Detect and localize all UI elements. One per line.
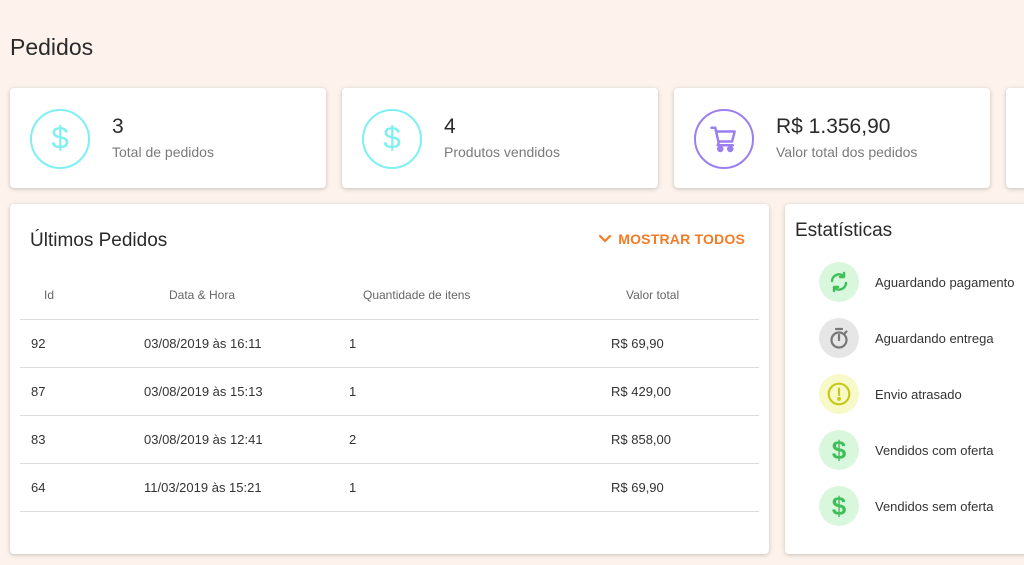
stats-label: Aguardando pagamento — [875, 275, 1015, 290]
stats-label: Aguardando entrega — [875, 331, 994, 346]
dollar-icon: $ — [362, 109, 422, 169]
order-total: R$ 69,90 — [611, 319, 759, 368]
column-header-id[interactable]: Id — [20, 272, 144, 320]
svg-text:$: $ — [383, 122, 401, 156]
summary-label: Produtos vendidos — [444, 144, 560, 160]
order-quantity: 2 — [349, 415, 611, 464]
page-title: Pedidos — [10, 34, 94, 60]
summary-label: Total de pedidos — [112, 144, 214, 160]
stats-label: Vendidos sem oferta — [875, 499, 994, 514]
order-datetime: 03/08/2019 às 16:11 — [144, 319, 349, 368]
alert-icon — [819, 374, 859, 414]
order-quantity: 1 — [349, 367, 611, 416]
summary-value: R$ 1.356,90 — [776, 115, 891, 138]
order-id: 83 — [20, 415, 144, 464]
summary-card-partial — [1006, 88, 1024, 188]
table-row[interactable]: 83 03/08/2019 às 12:41 2 R$ 858,00 — [20, 415, 759, 464]
stats-item-sold-with-offer: $ Vendidos com oferta — [819, 430, 1024, 472]
stats-item-awaiting-delivery: Aguardando entrega — [819, 318, 1024, 360]
order-id: 92 — [20, 319, 144, 368]
stats-item-late-shipping: Envio atrasado — [819, 374, 1024, 416]
summary-label: Valor total dos pedidos — [776, 144, 918, 160]
order-total: R$ 858,00 — [611, 415, 759, 464]
stats-label: Vendidos com oferta — [875, 443, 994, 458]
stats-item-awaiting-payment: Aguardando pagamento — [819, 262, 1024, 304]
svg-text:$: $ — [832, 492, 847, 520]
latest-orders-title: Últimos Pedidos — [30, 230, 168, 251]
dollar-icon: $ — [30, 109, 90, 169]
column-header-datetime[interactable]: Data & Hora — [144, 272, 349, 320]
order-total: R$ 69,90 — [611, 463, 759, 512]
summary-card-products-sold: $ 4 Produtos vendidos — [342, 88, 658, 188]
svg-text:$: $ — [832, 436, 847, 464]
statistics-title: Estatísticas — [795, 220, 893, 241]
timer-icon — [819, 318, 859, 358]
order-datetime: 03/08/2019 às 12:41 — [144, 415, 349, 464]
table-row[interactable]: 92 03/08/2019 às 16:11 1 R$ 69,90 — [20, 319, 759, 368]
order-id: 64 — [20, 463, 144, 512]
dollar-icon: $ — [819, 430, 859, 470]
show-all-label: MOSTRAR TODOS — [618, 231, 745, 247]
stats-label: Envio atrasado — [875, 387, 962, 402]
order-datetime: 11/03/2019 às 15:21 — [144, 463, 349, 512]
show-all-button[interactable]: MOSTRAR TODOS — [598, 231, 745, 247]
summary-value: 3 — [112, 115, 124, 138]
dollar-icon: $ — [819, 486, 859, 526]
column-header-total[interactable]: Valor total — [611, 272, 759, 320]
table-row[interactable]: 87 03/08/2019 às 15:13 1 R$ 429,00 — [20, 367, 759, 416]
chevron-down-icon — [599, 234, 612, 243]
order-quantity: 1 — [349, 319, 611, 368]
latest-orders-card: Últimos Pedidos MOSTRAR TODOS Id Data & … — [10, 204, 769, 554]
table-header-row: Id Data & Hora Quantidade de itens Valor… — [20, 272, 759, 320]
cart-icon — [694, 109, 754, 169]
statistics-card: Estatísticas Aguardando pagamento Aguard… — [785, 204, 1024, 554]
order-id: 87 — [20, 367, 144, 416]
summary-card-total-orders: $ 3 Total de pedidos — [10, 88, 326, 188]
table-row[interactable]: 64 11/03/2019 às 15:21 1 R$ 69,90 — [20, 463, 759, 512]
orders-table: Id Data & Hora Quantidade de itens Valor… — [20, 272, 759, 512]
summary-card-total-value: R$ 1.356,90 Valor total dos pedidos — [674, 88, 990, 188]
order-quantity: 1 — [349, 463, 611, 512]
column-header-quantity[interactable]: Quantidade de itens — [349, 272, 611, 320]
order-total: R$ 429,00 — [611, 367, 759, 416]
stats-item-sold-without-offer: $ Vendidos sem oferta — [819, 486, 1024, 528]
refresh-icon — [819, 262, 859, 302]
svg-text:$: $ — [51, 122, 69, 156]
summary-value: 4 — [444, 115, 456, 138]
order-datetime: 03/08/2019 às 15:13 — [144, 367, 349, 416]
